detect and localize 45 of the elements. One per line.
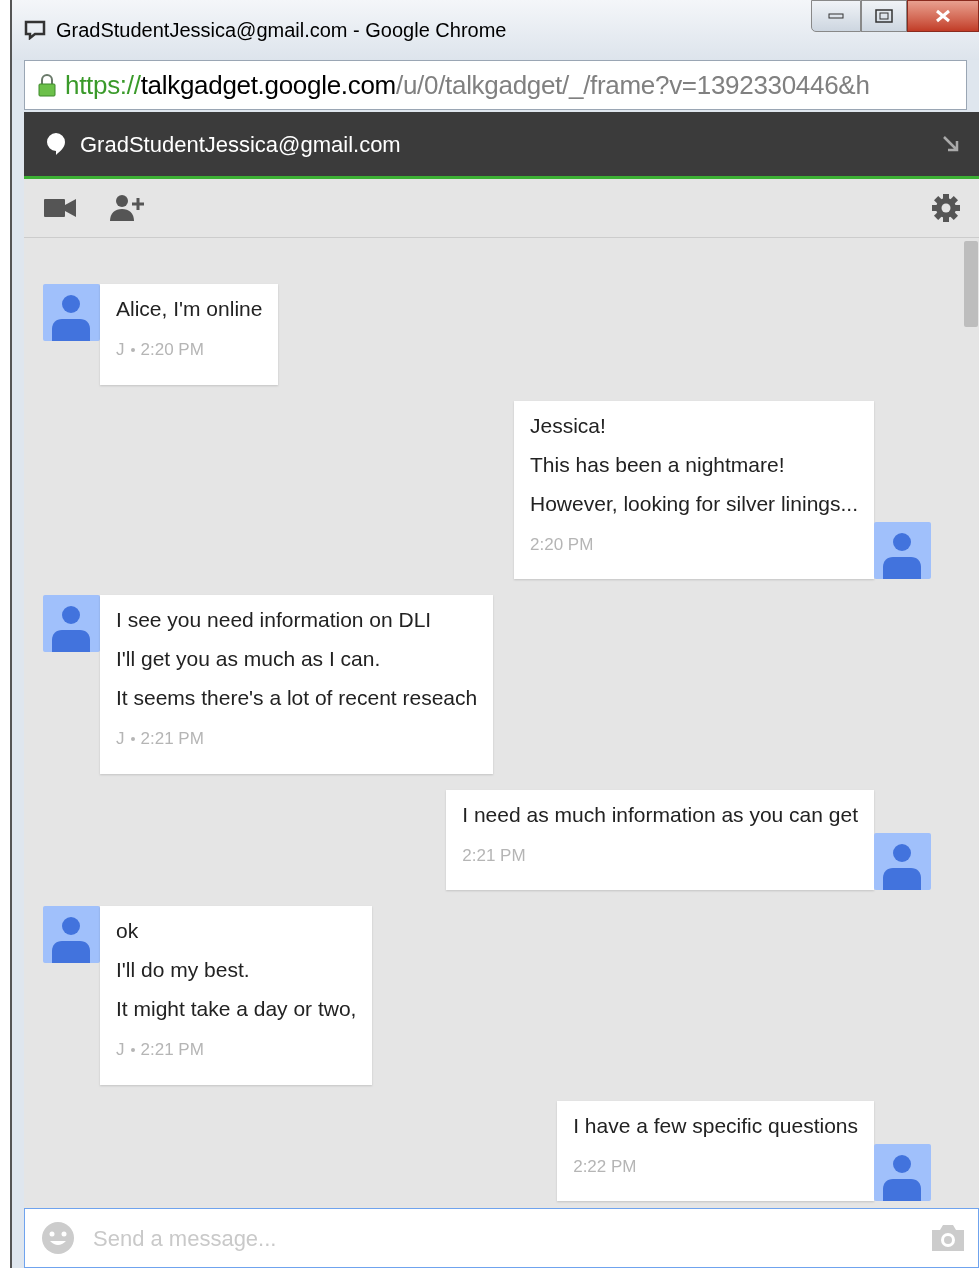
message-time: 2:21 PM bbox=[462, 844, 526, 867]
close-icon bbox=[935, 9, 951, 23]
lock-icon bbox=[37, 73, 57, 97]
settings-icon[interactable] bbox=[931, 193, 961, 223]
url-text: https://talkgadget.google.com/u/0/talkgadget/_/frame?v=1392330446&h bbox=[65, 68, 870, 102]
message-text: It might take a day or two, bbox=[116, 996, 357, 1021]
close-button[interactable] bbox=[907, 0, 979, 32]
message-text: It seems there's a lot of recent reseach bbox=[116, 685, 478, 710]
message-text: I have a few specific questions bbox=[573, 1112, 858, 1138]
message-text: ok bbox=[116, 918, 140, 943]
message-time: 2:20 PM bbox=[530, 533, 594, 556]
maximize-icon bbox=[875, 9, 893, 23]
sender-initial: J bbox=[116, 339, 125, 361]
message-text: I see you need information on DLI bbox=[116, 607, 433, 632]
avatar-icon bbox=[43, 906, 100, 963]
sender-initial: J bbox=[116, 1039, 125, 1061]
minimize-button[interactable] bbox=[811, 0, 861, 32]
scrollbar-thumb[interactable] bbox=[964, 241, 978, 327]
message-text: However, looking for silver linings... bbox=[530, 490, 858, 516]
message-text: I'll get you as much as I can. bbox=[116, 646, 382, 671]
avatar-icon bbox=[43, 595, 100, 652]
add-person-icon[interactable] bbox=[110, 194, 146, 222]
window-title: GradStudentJessica@gmail.com - Google Chrome bbox=[56, 18, 507, 43]
maximize-button[interactable] bbox=[861, 0, 907, 32]
chat-icon bbox=[24, 20, 46, 40]
minimize-icon bbox=[828, 13, 844, 19]
avatar-icon bbox=[874, 1144, 931, 1201]
avatar-icon bbox=[43, 284, 100, 341]
message-text: This has been a nightmare! bbox=[530, 451, 786, 477]
message-time: 2:22 PM bbox=[573, 1155, 637, 1178]
message-time: 2:20 PM bbox=[140, 339, 204, 361]
message-text: I'll do my best. bbox=[116, 957, 251, 982]
avatar-icon bbox=[874, 522, 931, 579]
video-camera-icon[interactable] bbox=[44, 198, 76, 218]
message-time: 2:21 PM bbox=[140, 1039, 204, 1061]
message-text: Jessica! bbox=[530, 412, 607, 438]
message-text: I need as much information as you can get bbox=[462, 801, 858, 827]
chat-title: GradStudentJessica@gmail.com bbox=[80, 130, 401, 159]
address-bar[interactable]: https://talkgadget.google.com/u/0/talkgadget/_/frame?v=1392330446&h bbox=[24, 60, 967, 110]
arrow-icon[interactable] bbox=[941, 134, 961, 154]
message-text: Alice, I'm online bbox=[116, 296, 263, 321]
message-time: 2:21 PM bbox=[140, 728, 204, 750]
avatar-icon bbox=[874, 833, 931, 890]
speech-bubble-icon bbox=[46, 132, 66, 156]
sender-initial: J bbox=[116, 728, 125, 750]
